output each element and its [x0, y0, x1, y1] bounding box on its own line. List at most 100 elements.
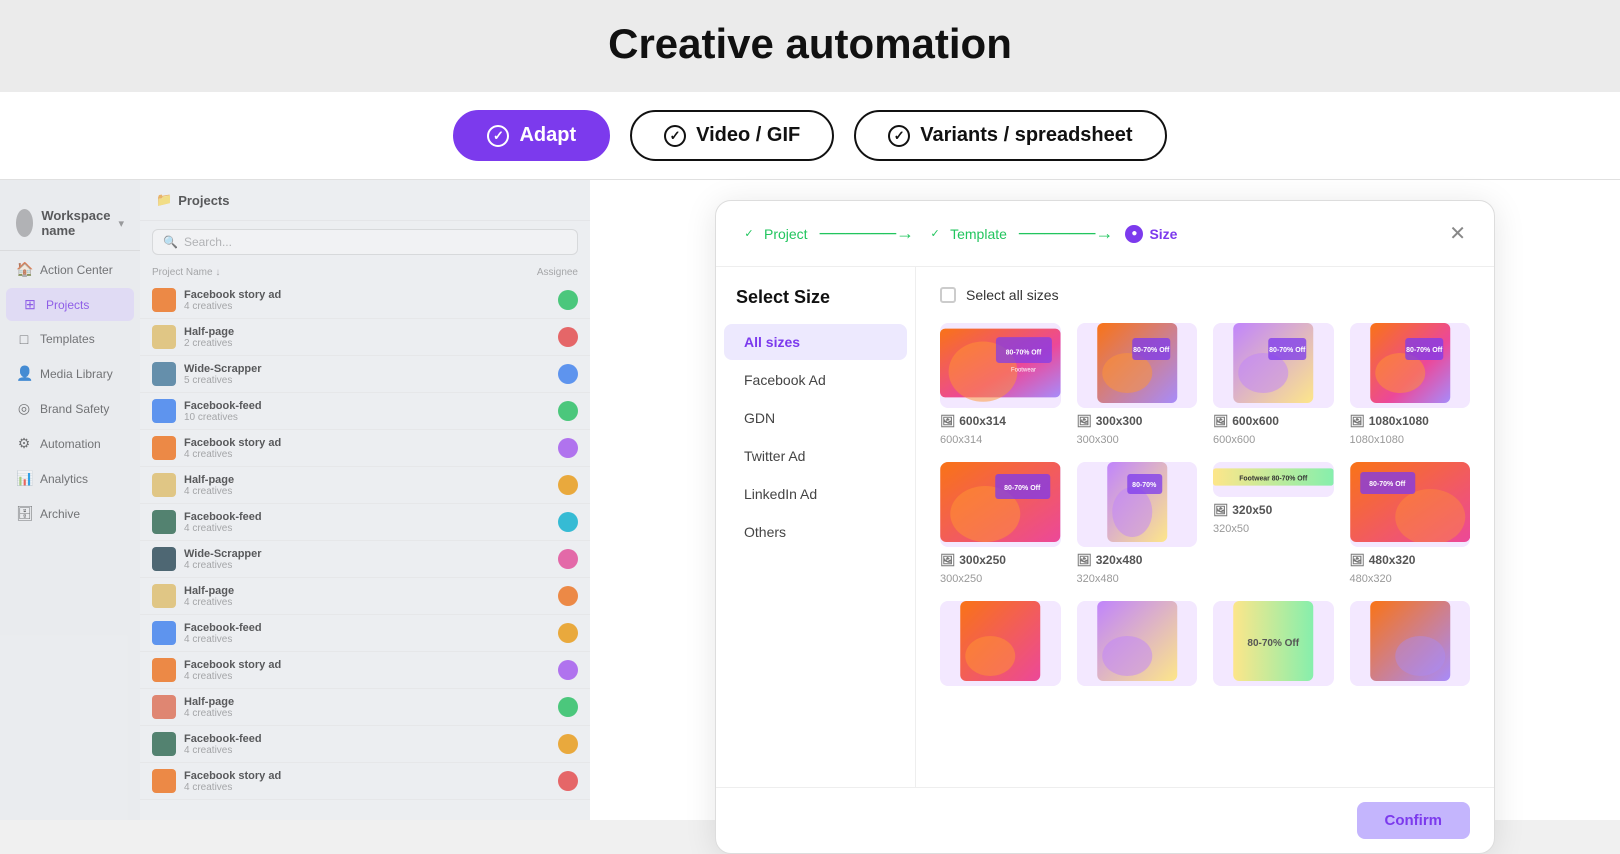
modal-footer: Confirm: [716, 787, 1494, 853]
project-sub: 4 creatives: [184, 745, 550, 756]
list-item[interactable]: Facebook-feed4 creatives: [140, 615, 590, 652]
size-thumb: [1350, 601, 1471, 686]
project-color-icon: [152, 362, 176, 386]
size-label-row: 🖼 1080x1080: [1350, 414, 1471, 428]
tab-adapt[interactable]: ✓ Adapt: [453, 110, 610, 161]
image-icon: 🖼: [1077, 553, 1092, 567]
project-sub: 4 creatives: [184, 449, 550, 460]
sidebar-item-automation[interactable]: ⚙ Automation: [0, 427, 140, 460]
size-label: 600x314: [959, 414, 1006, 428]
list-item[interactable]: Wide-Scrapper5 creatives: [140, 356, 590, 393]
right-panel: ✓ Project ──────→ ✓ Template ──────→ ● S…: [590, 180, 1620, 820]
tab-bar: ✓ Adapt ✓ Video / GIF ✓ Variants / sprea…: [0, 92, 1620, 180]
size-card-300x250[interactable]: 80-70% Off 🖼 300x250 300x250: [940, 462, 1061, 585]
size-filter-others[interactable]: Others: [724, 514, 907, 550]
select-all-row: Select all sizes: [940, 287, 1470, 303]
sidebar-item-label: Action Center: [40, 263, 113, 277]
list-item[interactable]: Facebook story ad4 creatives: [140, 763, 590, 800]
sidebar-item-action-center[interactable]: 🏠 Action Center: [0, 253, 140, 286]
list-item[interactable]: Wide-Scrapper4 creatives: [140, 541, 590, 578]
project-sub: 4 creatives: [184, 301, 550, 312]
shield-icon: ◎: [16, 400, 32, 417]
list-item[interactable]: Half-page4 creatives: [140, 467, 590, 504]
list-item[interactable]: Facebook story ad 4 creatives: [140, 282, 590, 319]
size-filter-linkedin-ad[interactable]: LinkedIn Ad: [724, 476, 907, 512]
search-icon: 🔍: [163, 235, 178, 249]
size-card-320x50[interactable]: Footwear 80-70% Off 🖼 320x50 320x50: [1213, 462, 1334, 585]
project-color-icon: [152, 584, 176, 608]
tab-adapt-label: Adapt: [519, 124, 576, 147]
step-size-label: Size: [1149, 226, 1177, 242]
page-title: Creative automation: [0, 20, 1620, 68]
size-grid-row-3: 80-70% Off: [940, 601, 1470, 686]
size-filter-twitter-ad[interactable]: Twitter Ad: [724, 438, 907, 474]
project-avatar: [558, 771, 578, 791]
project-sub: 4 creatives: [184, 708, 550, 719]
size-card-600x600[interactable]: 80-70% Off 🖼 600x600 600x600: [1213, 323, 1334, 446]
size-card-320x480[interactable]: 80-70% 🖼 320x480 320x480: [1077, 462, 1198, 585]
list-item[interactable]: Half-page2 creatives: [140, 319, 590, 356]
sidebar-item-brand-safety[interactable]: ◎ Brand Safety: [0, 392, 140, 425]
size-filter-facebook-ad[interactable]: Facebook Ad: [724, 362, 907, 398]
size-filter-gdn[interactable]: GDN: [724, 400, 907, 436]
sidebar-item-media-library[interactable]: 👤 Media Library: [0, 357, 140, 390]
tab-video-gif[interactable]: ✓ Video / GIF: [630, 110, 834, 161]
size-filter-all-sizes[interactable]: All sizes: [724, 324, 907, 360]
size-sub-label: 600x314: [940, 434, 1061, 446]
project-sub: 10 creatives: [184, 412, 550, 423]
avatar: [16, 209, 33, 237]
sidebar-item-analytics[interactable]: 📊 Analytics: [0, 462, 140, 495]
size-card-1080x1080[interactable]: 80-70% Off 🖼 1080x1080 1080x1080: [1350, 323, 1471, 446]
sidebar-item-archive[interactable]: 🗄 Archive: [0, 497, 140, 530]
search-bar[interactable]: 🔍 Search...: [152, 229, 578, 255]
size-label-row: 🖼 480x320: [1350, 553, 1471, 567]
list-item[interactable]: Facebook story ad4 creatives: [140, 430, 590, 467]
project-info: Facebook story ad 4 creatives: [184, 289, 550, 312]
sidebar-item-label: Projects: [46, 298, 89, 312]
list-item[interactable]: Facebook story ad4 creatives: [140, 652, 590, 689]
size-label: 1080x1080: [1369, 414, 1429, 428]
confirm-button[interactable]: Confirm: [1357, 802, 1471, 839]
list-item[interactable]: Facebook-feed4 creatives: [140, 726, 590, 763]
svg-text:Footwear: Footwear: [1011, 368, 1036, 374]
image-icon: 🖼: [1350, 553, 1365, 567]
top-banner: Creative automation: [0, 0, 1620, 92]
select-all-checkbox[interactable]: [940, 287, 956, 303]
list-item[interactable]: Half-page4 creatives: [140, 578, 590, 615]
size-card-300x300[interactable]: 80-70% Off 🖼 300x300 300x300: [1077, 323, 1198, 446]
size-thumb: 80-70%: [1077, 462, 1198, 547]
size-label: 300x250: [959, 553, 1006, 567]
project-color-icon: [152, 436, 176, 460]
variants-check-icon: ✓: [888, 125, 910, 147]
close-button[interactable]: ✕: [1445, 217, 1470, 250]
size-card-480x320[interactable]: 80-70% Off 🖼 480x320 480x320: [1350, 462, 1471, 585]
size-card-bottom-2[interactable]: [1077, 601, 1198, 686]
sidebar-mockup: Workspace name ▾ 🏠 Action Center ⊞ Proje…: [0, 180, 590, 820]
project-name: Half-page: [184, 326, 550, 338]
sidebar-item-templates[interactable]: □ Templates: [0, 323, 140, 355]
project-sub: 4 creatives: [184, 486, 550, 497]
project-color-icon: [152, 399, 176, 423]
workspace-label: Workspace name: [41, 208, 110, 238]
list-item[interactable]: Facebook-feed10 creatives: [140, 393, 590, 430]
size-filter-sidebar: Select Size All sizes Facebook Ad GDN Tw…: [716, 267, 916, 787]
list-item[interactable]: Half-page4 creatives: [140, 689, 590, 726]
list-item[interactable]: Facebook-feed4 creatives: [140, 504, 590, 541]
sidebar-item-projects[interactable]: ⊞ Projects: [6, 288, 134, 321]
size-card-bottom-3[interactable]: 80-70% Off: [1213, 601, 1334, 686]
sidebar-header: Workspace name ▾: [0, 196, 140, 251]
project-avatar: [558, 697, 578, 717]
project-avatar: [558, 549, 578, 569]
stepper: ✓ Project ──────→ ✓ Template ──────→ ● S…: [740, 223, 1445, 244]
modal-header: ✓ Project ──────→ ✓ Template ──────→ ● S…: [716, 201, 1494, 267]
size-card-600x314[interactable]: 80-70% Off Footwear 🖼 600x314 600x314: [940, 323, 1061, 446]
size-card-bottom-4[interactable]: [1350, 601, 1471, 686]
size-label-row: 🖼 300x300: [1077, 414, 1198, 428]
tab-variants-spreadsheet[interactable]: ✓ Variants / spreadsheet: [854, 110, 1166, 161]
project-avatar: [558, 327, 578, 347]
size-card-bottom-1[interactable]: [940, 601, 1061, 686]
image-icon: 🖼: [1213, 503, 1228, 517]
projects-header: 📁 Projects: [140, 180, 590, 221]
col-assignee: Assignee: [537, 267, 578, 278]
project-color-icon: [152, 288, 176, 312]
